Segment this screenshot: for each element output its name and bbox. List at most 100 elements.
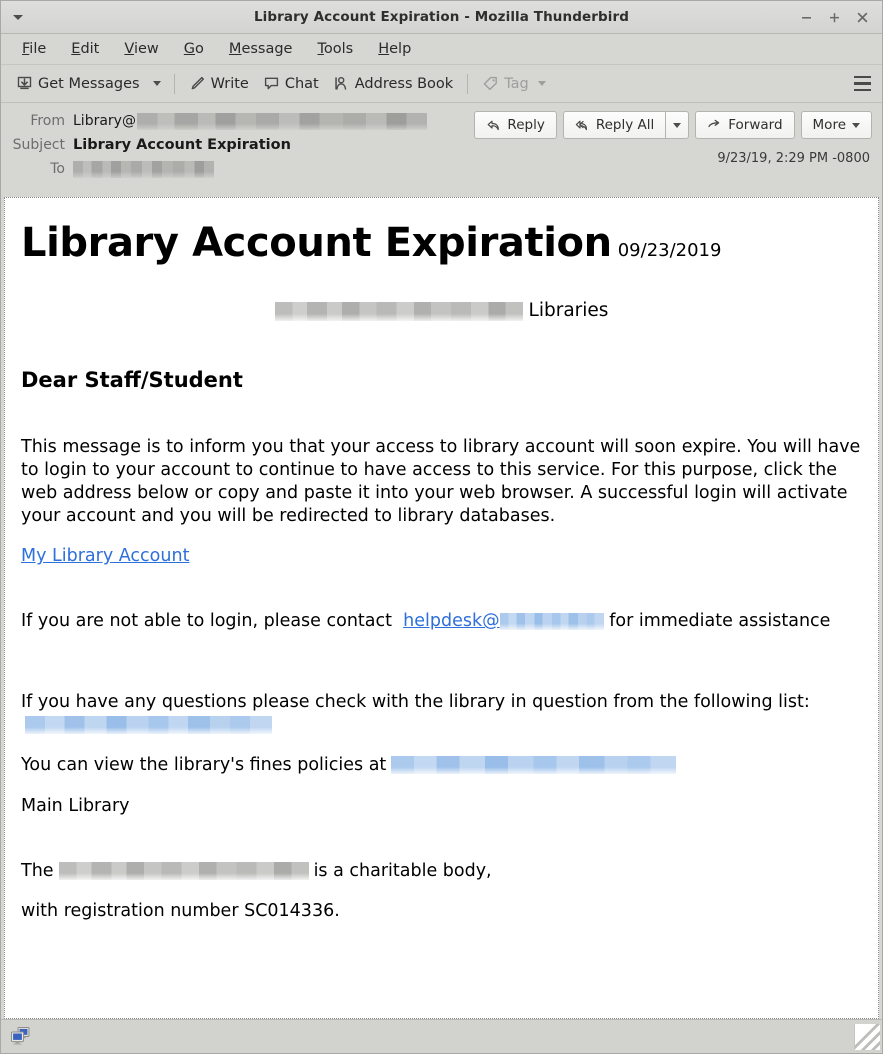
paragraph-questions: If you have any questions please check w… (21, 691, 862, 737)
plus-icon (830, 12, 839, 22)
address-book-button[interactable]: Address Book (326, 71, 460, 96)
subject-value: Library Account Expiration (73, 137, 291, 153)
get-messages-label: Get Messages (38, 75, 140, 92)
hamburger-menu-icon-bar (853, 75, 871, 79)
tag-icon (483, 76, 498, 91)
menu-bar: File Edit View Go Message Tools Help (1, 34, 882, 65)
chevron-down-icon (537, 81, 546, 86)
to-value[interactable] (73, 160, 214, 178)
app-menu-button[interactable] (848, 72, 876, 96)
chat-button[interactable]: Chat (256, 71, 326, 96)
paragraph-charity: The is a charitable body, (21, 860, 862, 883)
resize-grip[interactable] (854, 1023, 880, 1050)
chevron-down-icon (152, 81, 161, 86)
paragraph-intro: This message is to inform you that your … (21, 436, 861, 527)
hamburger-menu-icon-bar (853, 82, 871, 85)
get-messages-button[interactable]: Get Messages (9, 71, 147, 96)
paragraph-fines: You can view the library's fines policie… (21, 754, 862, 777)
tag-button[interactable]: Tag (475, 71, 553, 96)
greeting: Dear Staff/Student (21, 367, 243, 392)
organization-suffix: Libraries (528, 300, 609, 322)
hamburger-menu-icon-bar (853, 88, 871, 92)
tag-label: Tag (504, 75, 529, 92)
status-bar (1, 1019, 882, 1053)
close-button[interactable] (855, 10, 870, 25)
contact-suffix: for immediate assistance (609, 611, 831, 632)
my-library-account-link[interactable]: My Library Account (21, 546, 189, 566)
forward-label: Forward (728, 117, 783, 133)
menu-view[interactable]: View (112, 39, 171, 59)
fines-prefix: You can view the library's fines policie… (21, 755, 387, 776)
from-label: From (30, 113, 65, 129)
thunderbird-window: Library Account Expiration - Mozilla Thu… (0, 0, 883, 1054)
window-menu-button[interactable] (9, 8, 27, 26)
toolbar-separator-2 (467, 73, 469, 94)
library-list-redaction (25, 716, 272, 735)
account-link-row: My Library Account (21, 545, 862, 568)
to-address-redaction (73, 160, 214, 178)
questions-text: If you have any questions please check w… (21, 692, 810, 713)
chevron-down-icon (13, 14, 23, 20)
reply-arrow-icon (488, 120, 500, 130)
pencil-icon (191, 76, 204, 90)
reply-all-group: Reply All (562, 111, 690, 139)
charity-suffix: is a charitable body, (313, 860, 492, 881)
message-header: From Library@ Subject Library Account Ex… (1, 103, 882, 196)
menu-tools[interactable]: Tools (305, 39, 366, 59)
message-body-pane[interactable]: Library Account Expiration 09/23/2019 Li… (4, 197, 879, 1019)
reply-all-button[interactable]: Reply All (562, 111, 666, 139)
contact-prefix: If you are not able to login, please con… (21, 611, 392, 632)
helpdesk-domain-redaction (499, 612, 604, 630)
forward-button[interactable]: Forward (695, 111, 795, 139)
inbox-download-icon (17, 76, 32, 90)
paragraph-registration: with registration number SC014336. (21, 900, 340, 921)
reply-all-dropdown[interactable] (665, 111, 690, 139)
minimize-button[interactable] (799, 10, 814, 25)
helpdesk-email-link[interactable]: helpdesk@ (403, 611, 499, 631)
organization-name-redaction (274, 301, 523, 321)
message-date: 9/23/19, 2:29 PM -0800 (717, 151, 870, 166)
get-messages-dropdown[interactable] (147, 77, 167, 90)
write-button[interactable]: Write (182, 71, 256, 96)
chat-label: Chat (284, 75, 319, 92)
charity-prefix: The (21, 860, 54, 881)
email-heading-date: 09/23/2019 (617, 240, 722, 261)
maximize-button[interactable] (827, 10, 842, 25)
reply-all-arrow-icon (575, 120, 587, 130)
window-controls (799, 10, 874, 25)
menu-edit[interactable]: Edit (59, 39, 112, 59)
network-monitors-icon (11, 1026, 30, 1045)
window-title: Library Account Expiration - Mozilla Thu… (253, 9, 630, 25)
more-label: More (812, 117, 846, 133)
from-value[interactable]: Library@ (73, 112, 427, 130)
address-book-label: Address Book (354, 75, 454, 92)
fines-policy-url-redaction (391, 756, 677, 775)
connection-status-icon[interactable] (9, 1026, 33, 1048)
menu-help[interactable]: Help (366, 39, 424, 59)
charity-name-redaction (58, 861, 309, 880)
person-book-icon (335, 76, 346, 90)
menu-go[interactable]: Go (172, 39, 217, 59)
toolbar-separator (173, 73, 175, 94)
speech-bubble-icon (264, 77, 278, 90)
reply-label: Reply (507, 117, 545, 133)
write-label: Write (210, 75, 249, 92)
forward-arrow-icon (708, 119, 720, 127)
from-address-visible: Library@ (73, 113, 136, 129)
more-button[interactable]: More (800, 111, 872, 139)
subject-label: Subject (12, 137, 65, 153)
chevron-down-icon (673, 122, 682, 128)
paragraph-contact: If you are not able to login, please con… (21, 610, 862, 633)
message-body: Library Account Expiration 09/23/2019 Li… (5, 198, 878, 923)
main-toolbar: Get Messages Write Chat Address Book Tag (1, 65, 882, 103)
menu-file[interactable]: File (10, 39, 59, 59)
to-label: To (50, 161, 65, 177)
email-heading: Library Account Expiration 09/23/2019 (21, 220, 862, 266)
reply-all-label: Reply All (595, 117, 655, 133)
message-action-buttons: Reply Reply All Forward More (474, 111, 872, 139)
reply-button[interactable]: Reply (474, 111, 557, 139)
close-icon (857, 12, 868, 22)
from-address-redaction (136, 112, 427, 130)
email-heading-text: Library Account Expiration (21, 220, 612, 266)
menu-message[interactable]: Message (217, 39, 306, 59)
